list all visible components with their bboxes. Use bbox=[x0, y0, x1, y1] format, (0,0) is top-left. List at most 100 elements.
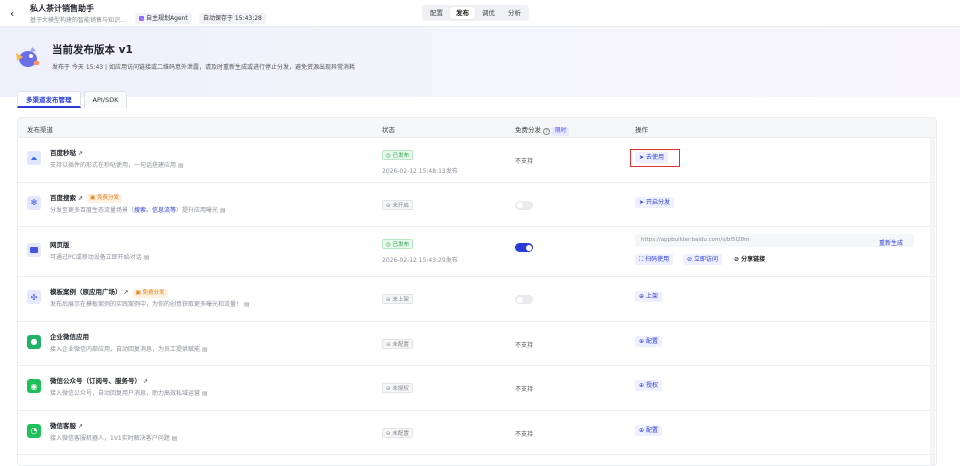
channel-desc: 分发至更多百度生态流量场景（搜索、信息流等）提升应用曝光 ▤ bbox=[50, 206, 226, 214]
scan-use-button[interactable]: ⛶ 扫码使用 bbox=[635, 254, 674, 265]
channel-name[interactable]: 微信公众号（订阅号、服务号） ↗ bbox=[50, 375, 148, 385]
external-link-icon[interactable]: ↗ bbox=[124, 289, 129, 296]
tab-api-sdk[interactable]: API/SDK bbox=[83, 91, 128, 108]
doc-icon[interactable]: ▤ bbox=[202, 346, 208, 353]
plus-circle-icon: ⊕ bbox=[639, 293, 645, 300]
top-bar: ‹ 私人茶计销售助手 基于大模型构建的智能销售与知识... 自主规划Agent … bbox=[0, 0, 960, 27]
doc-icon[interactable]: ▤ bbox=[144, 254, 150, 261]
channel-name[interactable]: 模板案例（原应用广场） ↗ ▣ 免费分发 bbox=[50, 286, 168, 298]
agent-icon bbox=[139, 15, 144, 21]
channel-table: 发布渠道 状态 免费分发 ? 限时 操作 百度秒哒 ↗ 支持以插件的形式在秒哒使用，… bbox=[17, 117, 937, 466]
external-link-icon[interactable]: ↗ bbox=[143, 378, 148, 385]
status-badge: ◎ 已发布 bbox=[382, 150, 414, 160]
doc-icon[interactable]: ▤ bbox=[178, 162, 184, 169]
configure-button[interactable]: ⊕ 配置 bbox=[635, 424, 662, 436]
external-link-icon[interactable]: ↗ bbox=[78, 150, 83, 157]
wecom-icon: ● bbox=[27, 334, 41, 349]
link-icon: ⊘ bbox=[734, 256, 740, 263]
share-link-button[interactable]: ⊘ 分享链接 bbox=[734, 254, 765, 265]
regenerate-link[interactable]: 重新生成 bbox=[879, 238, 903, 247]
tab-config[interactable]: 配置 bbox=[424, 7, 449, 19]
miaoda-icon bbox=[27, 151, 41, 165]
mascot-icon bbox=[16, 47, 39, 67]
status-badge: ⊖ 未开启 bbox=[382, 199, 413, 210]
status-badge: ⊖ 未授权 bbox=[382, 383, 413, 393]
visit-now-button[interactable]: ⊘ 立即访问 bbox=[683, 254, 722, 265]
free-tag: ▣ 免费分发 bbox=[132, 288, 168, 298]
table-row: ◉ 微信公众号（订阅号、服务号） ↗ 接入微信公众号，自动回复用户消息，助力高效私… bbox=[18, 366, 936, 411]
app-title: 私人茶计销售助手 bbox=[30, 4, 94, 13]
table-row: ✻ 百度搜索 ↗ ▣ 免费分发 分发至更多百度生态流量场景（搜索、信息流等）提升应用… bbox=[18, 183, 936, 227]
doc-icon[interactable]: ▤ bbox=[220, 207, 226, 214]
free-toggle[interactable] bbox=[515, 243, 533, 252]
external-link-icon[interactable]: ↗ bbox=[78, 195, 83, 202]
list-button[interactable]: ⊕ 上架 bbox=[635, 291, 662, 302]
table-row: ✣ 模板案例（原应用广场） ↗ ▣ 免费分发 发布后展示在模板案例的实践案例中，为你… bbox=[18, 277, 936, 322]
baidu-paw-icon: ✻ bbox=[27, 195, 41, 210]
template-icon: ✣ bbox=[27, 290, 41, 304]
help-icon[interactable]: ? bbox=[543, 127, 551, 135]
status-badge: ⊖ 未上架 bbox=[382, 294, 413, 304]
channel-desc: 接入微信公众号，自动回复用户消息，助力高效私域运营 ▤ bbox=[50, 390, 208, 397]
header-action: 操作 bbox=[635, 126, 648, 134]
free-toggle[interactable] bbox=[515, 295, 533, 304]
status-badge: ⊖ 未配置 bbox=[382, 427, 413, 438]
plus-circle-icon: ⊕ bbox=[639, 426, 645, 434]
channel-name: 企业微信应用 bbox=[50, 332, 89, 341]
channel-name[interactable]: 百度秒哒 ↗ bbox=[50, 147, 83, 157]
doc-icon[interactable]: ▤ bbox=[172, 435, 178, 442]
channel-name[interactable]: 微信客服 ↗ bbox=[50, 420, 83, 430]
free-tag: ▣ 免费分发 bbox=[87, 194, 122, 203]
channel-name[interactable]: 百度搜索 ↗ ▣ 免费分发 bbox=[50, 192, 122, 203]
header-status: 状态 bbox=[382, 126, 395, 134]
scrollbar[interactable] bbox=[930, 138, 935, 465]
publish-time: 2026-02-12 15:43:29发布 bbox=[382, 257, 458, 264]
status-badge: ⊖ 未配置 bbox=[382, 338, 413, 349]
compass-icon: ⊘ bbox=[687, 256, 693, 263]
external-link-icon[interactable]: ↗ bbox=[78, 423, 83, 430]
free-distribution: 不支持 bbox=[515, 386, 534, 393]
tab-analysis[interactable]: 分析 bbox=[502, 7, 527, 19]
header-channel: 发布渠道 bbox=[27, 126, 53, 134]
use-button[interactable]: ➤ 去使用 bbox=[635, 152, 668, 163]
configure-button[interactable]: ⊕ 配置 bbox=[635, 335, 662, 347]
free-distribution: 不支持 bbox=[515, 158, 534, 165]
table-row: ● 企业微信应用 接入企业微信内部应用，自动回复消息，为员工提供赋能 ▤ ⊖ 未配… bbox=[18, 322, 936, 366]
wechat-service-icon: ◔ bbox=[27, 423, 41, 438]
table-row: ◔ 微信客服 ↗ 接入微信客服机器人，1V1实时解决客户问题 ▤ ⊖ 未配置 不支持… bbox=[18, 411, 936, 455]
tab-publish[interactable]: 发布 bbox=[450, 7, 475, 19]
header-free: 免费分发 ? 限时 bbox=[515, 124, 570, 136]
channel-name: 网页版 bbox=[50, 241, 70, 249]
channel-desc: 可通过PC或移动设备立即开始对话 ▤ bbox=[50, 254, 150, 261]
chevron-left-icon[interactable]: ‹ bbox=[10, 7, 14, 20]
table-row: 百度秒哒 ↗ 支持以插件的形式在秒哒使用，一句话搭建应用 ▤ ◎ 已发布 2026-… bbox=[18, 138, 936, 183]
web-icon bbox=[27, 243, 41, 257]
doc-icon[interactable]: ▤ bbox=[244, 301, 250, 308]
status-badge: ◎ 已发布 bbox=[382, 239, 414, 249]
scan-icon: ⛶ bbox=[639, 256, 644, 263]
plus-circle-icon: ⊕ bbox=[639, 337, 645, 345]
tab-tune[interactable]: 调优 bbox=[476, 7, 501, 19]
table-row: 网页版 可通过PC或移动设备立即开始对话 ▤ ◎ 已发布 2026-02-12 1… bbox=[18, 227, 936, 277]
free-distribution: 不支持 bbox=[515, 430, 534, 438]
plus-circle-icon: ⊕ bbox=[639, 382, 645, 389]
limit-tag: 限时 bbox=[552, 126, 570, 136]
send-icon: ➤ bbox=[639, 198, 645, 206]
doc-icon[interactable]: ▤ bbox=[202, 390, 208, 397]
channel-desc: 接入企业微信内部应用，自动回复消息，为员工提供赋能 ▤ bbox=[50, 345, 208, 353]
table-header: 发布渠道 状态 免费分发 ? 限时 操作 bbox=[18, 118, 936, 138]
app-subtitle: 基于大模型构建的智能销售与知识... bbox=[30, 17, 126, 24]
wechat-icon: ◉ bbox=[27, 379, 41, 393]
version-hero: 当前发布版本 v1 发布于 今天 15:43 | 如应用访问链接或二维码意外泄露… bbox=[0, 27, 960, 97]
tab-multichannel[interactable]: 多渠道发布管理 bbox=[17, 91, 81, 108]
share-url[interactable]: https://appbuilder.baidu.com/s/bI5I28m bbox=[635, 234, 914, 247]
sub-tabs: 多渠道发布管理 API/SDK bbox=[17, 91, 128, 108]
free-distribution: 不支持 bbox=[515, 341, 534, 349]
version-title: 当前发布版本 v1 bbox=[52, 44, 133, 56]
agent-badge: 自主规划Agent bbox=[135, 13, 192, 24]
enable-distribution-button[interactable]: ➤ 开启分发 bbox=[635, 196, 674, 208]
send-icon: ➤ bbox=[639, 154, 645, 161]
authorize-button[interactable]: ⊕ 授权 bbox=[635, 380, 662, 391]
free-toggle[interactable] bbox=[515, 200, 533, 210]
channel-desc: 支持以插件的形式在秒哒使用，一句话搭建应用 ▤ bbox=[50, 162, 184, 169]
